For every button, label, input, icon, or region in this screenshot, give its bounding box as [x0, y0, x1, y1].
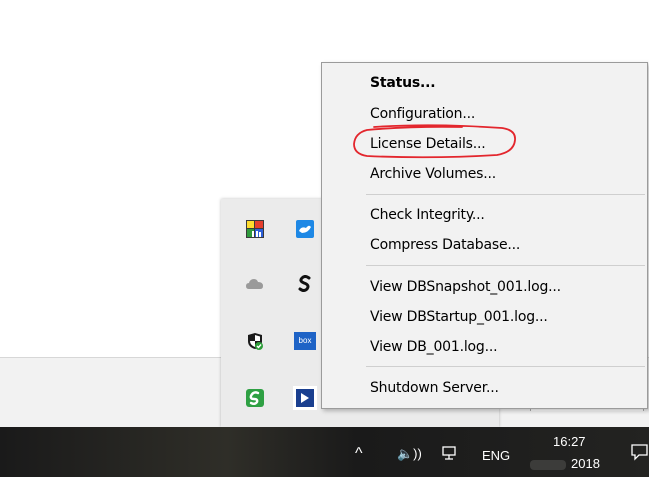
- menu-item-license-details[interactable]: License Details...: [370, 133, 486, 155]
- onedrive-icon[interactable]: [246, 275, 264, 293]
- context-menu: Status... Configuration... License Detai…: [321, 62, 648, 409]
- s-app-icon[interactable]: [296, 275, 314, 293]
- clock-time[interactable]: 16:27: [553, 434, 586, 449]
- database-server-icon[interactable]: [293, 386, 317, 410]
- menu-item-check-integrity[interactable]: Check Integrity...: [370, 204, 485, 226]
- redacted-date: [530, 460, 566, 470]
- menu-separator: [366, 265, 645, 266]
- menu-item-status[interactable]: Status...: [370, 72, 436, 94]
- network-icon[interactable]: [441, 445, 459, 464]
- box-sync-icon[interactable]: box: [294, 332, 316, 350]
- menu-item-view-dbsnapshot-log[interactable]: View DBSnapshot_001.log...: [370, 276, 561, 298]
- clock-year[interactable]: 2018: [571, 456, 600, 471]
- menu-item-compress-database[interactable]: Compress Database...: [370, 234, 520, 256]
- show-hidden-icons-chevron[interactable]: ^: [355, 445, 363, 463]
- menu-separator: [366, 194, 645, 195]
- menu-item-view-db-log[interactable]: View DB_001.log...: [370, 336, 498, 358]
- colorful-app-icon[interactable]: [246, 220, 264, 238]
- action-center-icon[interactable]: [631, 443, 649, 464]
- menu-item-view-dbstartup-log[interactable]: View DBStartup_001.log...: [370, 306, 548, 328]
- volume-icon[interactable]: 🔈)): [397, 446, 422, 462]
- menu-item-archive-volumes[interactable]: Archive Volumes...: [370, 163, 496, 185]
- box-label: box: [294, 332, 316, 350]
- menu-item-configuration[interactable]: Configuration...: [370, 103, 475, 125]
- menu-separator: [366, 366, 645, 367]
- input-language-indicator[interactable]: ENG: [482, 448, 510, 463]
- windows-defender-icon[interactable]: [246, 332, 264, 350]
- menu-item-shutdown-server[interactable]: Shutdown Server...: [370, 377, 499, 399]
- blue-cloud-app-icon[interactable]: [296, 220, 314, 238]
- green-sync-icon[interactable]: [246, 389, 264, 407]
